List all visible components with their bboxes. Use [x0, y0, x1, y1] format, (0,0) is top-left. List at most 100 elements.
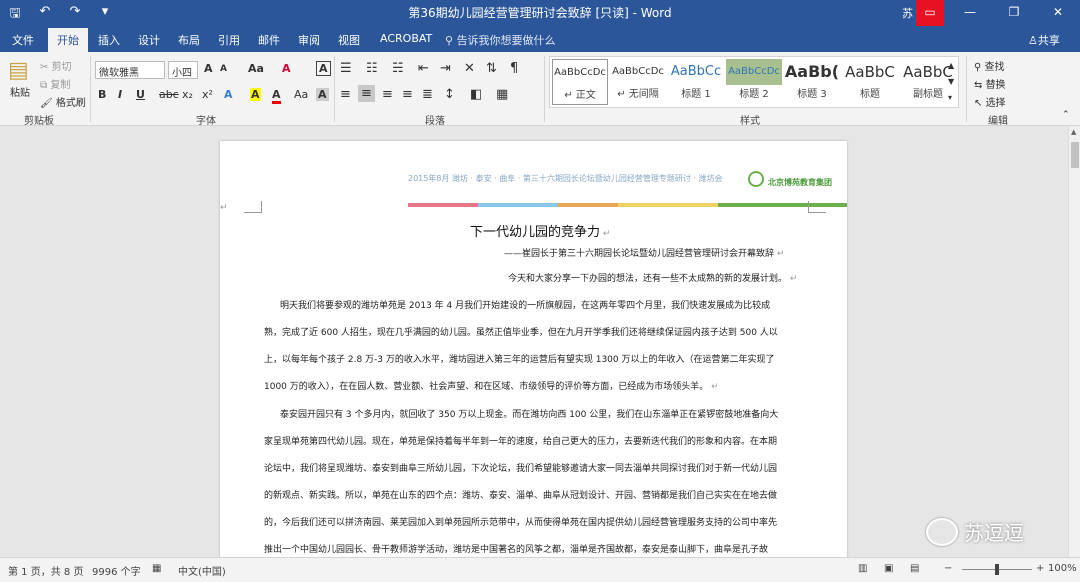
- para2-line[interactable]: 泰安园开园只有 3 个多月内，就回收了 350 万以上现金。而在潍坊向西 100…: [280, 407, 778, 420]
- document-subtitle[interactable]: ——崔园长于第三十六期园长论坛暨幼儿园经营管理研讨会开幕致辞 ↵: [504, 246, 784, 259]
- para2-line[interactable]: 的新观点、新实践。所以，单苑在山东的四个点：潍坊、泰安、淄单、曲阜从冠划设计、开…: [264, 488, 777, 501]
- align-right-icon[interactable]: ≡: [382, 87, 393, 102]
- font-color-icon[interactable]: A: [272, 88, 281, 104]
- para1-line[interactable]: 1000 万的收入），在在园人数、营业额、社会声望、和在区域、市级领导的评价等方…: [264, 379, 719, 392]
- style-heading-3[interactable]: AaBb( 标题 3: [784, 59, 840, 105]
- para1-line[interactable]: 明天我们将要参观的潍坊单苑是 2013 年 4 月我们开始建设的一所旗舰园，在这…: [280, 298, 770, 311]
- bullets-icon[interactable]: ☰: [340, 61, 352, 76]
- tab-review[interactable]: 审阅: [298, 32, 320, 48]
- font-size-select[interactable]: 小四: [168, 61, 198, 79]
- char-border-icon[interactable]: A: [316, 61, 331, 76]
- scroll-up-icon[interactable]: ▲: [1071, 128, 1076, 136]
- distribute-icon[interactable]: ≣: [422, 87, 433, 102]
- group-label-clipboard: 剪贴板: [24, 116, 54, 127]
- styles-more-icon[interactable]: ▾: [948, 93, 952, 102]
- text-effects-icon[interactable]: A: [224, 88, 233, 101]
- document-intro-line[interactable]: 今天和大家分享一下办园的想法，还有一些不太成熟的新的发展计划。 ↵: [508, 271, 797, 284]
- sort-icon[interactable]: ⇅: [486, 61, 497, 76]
- proofing-icon[interactable]: ▦: [152, 563, 161, 574]
- para2-line[interactable]: 论坛中，我们将呈现潍坊、泰安到曲阜三所幼儿园，下次论坛，我们希望能够邀请大家一同…: [264, 461, 777, 474]
- document-page[interactable]: 2015年8月 潍坊 · 泰安 · 曲阜 · 第三十六期园长论坛暨幼儿园经营管理…: [220, 141, 847, 557]
- crop-mark-left: [244, 201, 262, 213]
- paste-button[interactable]: 粘贴: [10, 84, 30, 99]
- subscript-button[interactable]: x₂: [182, 88, 193, 101]
- style-title[interactable]: AaBbC 标题: [842, 59, 898, 105]
- styles-scroll-down-icon[interactable]: ▼: [948, 77, 954, 86]
- scissors-icon: ✂: [40, 62, 52, 73]
- tell-me-input[interactable]: ⚲ 告诉我你想要做什么: [445, 32, 556, 48]
- word-count[interactable]: 9996 个字: [92, 563, 141, 578]
- numbering-icon[interactable]: ☷: [366, 61, 378, 76]
- superscript-button[interactable]: x²: [202, 88, 213, 101]
- style-normal[interactable]: AaBbCcDc ↵ 正文: [552, 59, 608, 105]
- decrease-indent-icon[interactable]: ⇤: [418, 61, 429, 76]
- style-no-spacing[interactable]: AaBbCcDc ↵ 无间隔: [610, 59, 666, 105]
- scrollbar-thumb[interactable]: [1071, 142, 1079, 168]
- show-marks-icon[interactable]: ¶: [510, 61, 518, 76]
- paste-icon[interactable]: ▤: [8, 58, 29, 83]
- copy-button[interactable]: ⧉ 复制: [40, 76, 70, 91]
- para2-line[interactable]: 家呈现单苑第四代幼儿园。现在，单苑是保持着每半年到一年的速度，给自己更大的压力，…: [264, 434, 777, 447]
- highlight-icon[interactable]: A: [250, 88, 261, 101]
- shrink-font-icon[interactable]: A: [220, 64, 227, 74]
- share-button[interactable]: ♙共享: [1028, 32, 1060, 48]
- replace-button[interactable]: ⇆ 替换: [974, 76, 1006, 91]
- font-name-select[interactable]: 微软雅黑: [95, 61, 165, 79]
- read-mode-icon[interactable]: ▥: [858, 563, 867, 574]
- strikethrough-button[interactable]: abc: [159, 88, 179, 101]
- tab-insert[interactable]: 插入: [98, 32, 120, 48]
- para2-line[interactable]: 推出一个中国幼儿园园长、骨干教师游学活动，潍坊是中国著名的风筝之都，淄单是齐国故…: [264, 542, 768, 555]
- minimize-button[interactable]: —: [948, 0, 992, 26]
- tab-file[interactable]: 文件: [12, 32, 34, 48]
- cut-button[interactable]: ✂ 剪切: [40, 58, 72, 73]
- web-layout-icon[interactable]: ▤: [910, 563, 919, 574]
- ribbon-display-button[interactable]: ▭: [916, 0, 944, 26]
- para1-line[interactable]: 上，以每年每个孩子 2.8 万-3 万的收入水平，潍坊园进入第三年的运营后有望实…: [264, 352, 775, 365]
- tab-view[interactable]: 视图: [338, 32, 360, 48]
- collapse-ribbon-icon[interactable]: ⌃: [1062, 110, 1070, 120]
- para1-line[interactable]: 熟，完成了近 600 人招生，现在几乎满园的幼儿园。虽然正值毕业季，但在九月开学…: [264, 325, 778, 338]
- tab-home[interactable]: 开始: [48, 28, 88, 52]
- styles-scroll-up-icon[interactable]: ▲: [948, 61, 954, 70]
- para2-line[interactable]: 的，今后我们还可以拼济南园、莱芜园加入到单苑园所示范带中，从而使得单苑在国内提供…: [264, 515, 777, 528]
- page-count[interactable]: 第 1 页，共 8 页: [8, 563, 83, 578]
- maximize-button[interactable]: ❐: [992, 0, 1036, 26]
- zoom-in-icon[interactable]: +: [1036, 563, 1044, 574]
- clear-format-icon[interactable]: A: [282, 62, 291, 75]
- zoom-level[interactable]: 100%: [1048, 563, 1077, 574]
- style-heading-1[interactable]: AaBbCc 标题 1: [668, 59, 724, 105]
- justify-icon[interactable]: ≡: [402, 87, 413, 102]
- vertical-scrollbar[interactable]: ▲: [1068, 126, 1080, 557]
- grow-font-icon[interactable]: A: [204, 62, 213, 75]
- print-layout-icon[interactable]: ▣: [884, 563, 893, 574]
- bold-button[interactable]: B: [98, 88, 106, 101]
- language-indicator[interactable]: 中文(中国): [178, 563, 226, 578]
- zoom-slider-thumb[interactable]: [995, 564, 999, 575]
- zoom-out-icon[interactable]: −: [944, 563, 952, 574]
- align-center-icon[interactable]: ≡: [358, 85, 375, 102]
- multilevel-icon[interactable]: ☵: [392, 61, 404, 76]
- char-shading-icon[interactable]: Aa: [294, 88, 308, 101]
- select-button[interactable]: ↖ 选择: [974, 94, 1006, 109]
- find-button[interactable]: ⚲ 查找: [974, 58, 1005, 73]
- align-left-icon[interactable]: ≡: [340, 87, 351, 102]
- borders-icon[interactable]: ▦: [496, 87, 508, 102]
- format-painter-button[interactable]: 🖌 格式刷: [40, 94, 86, 109]
- chinese-layout-icon[interactable]: ✕: [464, 61, 475, 76]
- style-heading-2[interactable]: AaBbCcDc 标题 2: [726, 59, 782, 105]
- line-spacing-icon[interactable]: ↕: [444, 87, 455, 102]
- close-button[interactable]: ✕: [1036, 0, 1080, 26]
- change-case-icon[interactable]: Aa: [248, 62, 264, 75]
- tab-acrobat[interactable]: ACROBAT: [380, 32, 432, 45]
- italic-button[interactable]: I: [118, 88, 122, 101]
- shading-icon[interactable]: ◧: [470, 87, 482, 102]
- tab-mailings[interactable]: 邮件: [258, 32, 280, 48]
- document-title[interactable]: 下一代幼儿园的竞争力 ↵: [470, 221, 610, 240]
- watermark: 苏逗逗: [926, 517, 1024, 546]
- tab-layout[interactable]: 布局: [178, 32, 200, 48]
- char-spacing-icon[interactable]: A: [316, 88, 329, 101]
- tab-references[interactable]: 引用: [218, 32, 240, 48]
- underline-button[interactable]: U: [136, 88, 145, 101]
- tab-design[interactable]: 设计: [138, 32, 160, 48]
- increase-indent-icon[interactable]: ⇥: [440, 61, 451, 76]
